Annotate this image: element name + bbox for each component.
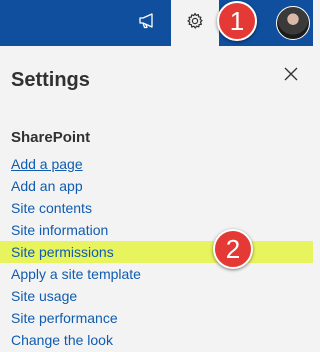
link-apply-site-template[interactable]: Apply a site template bbox=[0, 263, 313, 285]
close-icon bbox=[284, 67, 298, 86]
link-site-usage[interactable]: Site usage bbox=[0, 285, 313, 307]
link-site-permissions[interactable]: Site permissions bbox=[0, 241, 313, 263]
link-add-page[interactable]: Add a page bbox=[0, 153, 313, 175]
suite-header bbox=[0, 0, 313, 46]
link-add-app[interactable]: Add an app bbox=[0, 175, 313, 197]
settings-links: Add a page Add an app Site contents Site… bbox=[0, 153, 313, 351]
panel-title: Settings bbox=[11, 69, 90, 91]
avatar bbox=[276, 6, 310, 40]
close-button[interactable] bbox=[281, 66, 301, 86]
annotation-badge-2: 2 bbox=[213, 229, 253, 269]
account-button[interactable] bbox=[269, 0, 317, 46]
link-site-performance[interactable]: Site performance bbox=[0, 307, 313, 329]
feedback-button[interactable] bbox=[123, 0, 171, 46]
link-site-contents[interactable]: Site contents bbox=[0, 197, 313, 219]
annotation-badge-1: 1 bbox=[217, 1, 257, 41]
megaphone-icon bbox=[138, 12, 156, 34]
link-site-information[interactable]: Site information bbox=[0, 219, 313, 241]
section-heading: SharePoint bbox=[11, 129, 91, 146]
link-change-look[interactable]: Change the look bbox=[0, 329, 313, 351]
gear-icon bbox=[186, 12, 204, 35]
settings-button[interactable] bbox=[171, 0, 219, 46]
